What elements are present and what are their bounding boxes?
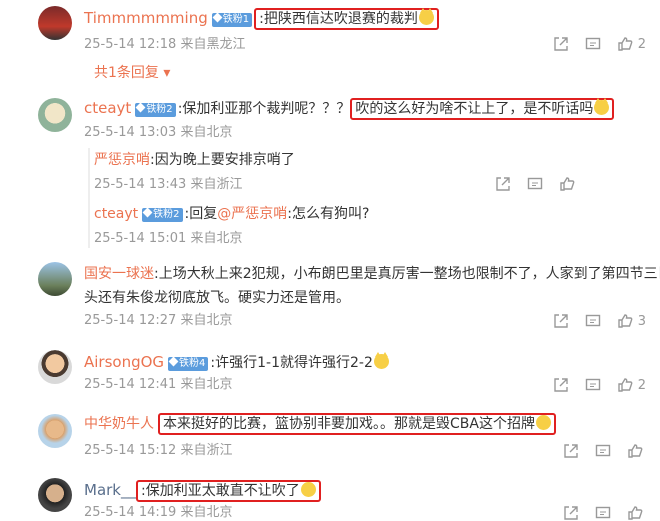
- emoji-icon: [594, 98, 610, 115]
- emoji-icon: [418, 8, 434, 25]
- username[interactable]: AirsongOG: [84, 353, 164, 371]
- avatar[interactable]: [38, 478, 72, 512]
- comment-icon[interactable]: [582, 311, 604, 331]
- comment-text: 国安一球迷:上场大秋上来2犯规，小布朗巴里是真厉害一整场也限制不了，人家到了第四…: [84, 266, 660, 282]
- avatar[interactable]: [38, 262, 72, 296]
- avatar[interactable]: [38, 6, 72, 40]
- username[interactable]: 中华奶牛人: [84, 416, 154, 432]
- comment-meta: 25-5-14 14:19 来自北京: [84, 505, 233, 520]
- like-icon[interactable]: [614, 311, 636, 331]
- username[interactable]: 严惩京哨: [94, 152, 150, 168]
- username[interactable]: Mark__: [84, 481, 136, 499]
- share-icon[interactable]: [550, 34, 572, 54]
- username[interactable]: Timmmmmming: [84, 9, 208, 27]
- reply-text: 严惩京哨:因为晚上要安排京哨了: [94, 152, 295, 168]
- comment-meta: 25-5-14 13:03 来自北京: [84, 125, 233, 140]
- comment-text: 中华奶牛人 本来挺好的比赛，篮协别非要加戏。。那就是毁CBA这个招牌: [84, 413, 556, 435]
- comment-text: AirsongOG 铁粉4:许强行1-1就得许强行2-2: [84, 352, 389, 373]
- avatar[interactable]: [38, 98, 72, 132]
- comment-icon[interactable]: [592, 503, 614, 521]
- comment-text-cont: 头还有朱俊龙彻底放飞。硬实力还是管用。: [84, 290, 350, 306]
- comment-meta: 25-5-14 15:12 来自浙江: [84, 443, 233, 458]
- comment-meta: 25-5-14 12:27 来自北京: [84, 313, 233, 328]
- mention-link[interactable]: @严惩京哨: [217, 206, 287, 222]
- comment-actions: [560, 441, 646, 461]
- like-count: 2: [637, 36, 646, 52]
- comment-text: cteayt 铁粉2:保加利亚那个裁判呢？？？ 吹的这么好为啥不让上了，是不听话吗: [84, 98, 615, 120]
- reply-actions: [492, 174, 578, 194]
- comment-meta: 25-5-14 12:41 来自北京: [84, 377, 233, 392]
- emoji-icon: [535, 415, 551, 430]
- fan-badge: 铁粉1: [211, 12, 253, 27]
- fan-badge: 铁粉2: [135, 102, 176, 117]
- username[interactable]: cteayt: [84, 99, 131, 117]
- reply-thread: 严惩京哨:因为晚上要安排京哨了 25-5-14 13:43 来自浙江 cteay…: [88, 148, 648, 248]
- share-icon[interactable]: [492, 174, 514, 194]
- fan-badge: 铁粉2: [142, 207, 183, 222]
- share-icon[interactable]: [550, 311, 572, 331]
- comment-text: Mark__:保加利亚太敢直不让吹了: [84, 480, 321, 502]
- reply-meta: 25-5-14 13:43 来自浙江: [94, 177, 243, 192]
- fan-badge: 铁粉4: [168, 356, 209, 371]
- share-icon[interactable]: [560, 503, 582, 521]
- avatar[interactable]: [38, 350, 72, 384]
- highlight-box: :把陕西信达吹退赛的裁判: [254, 8, 439, 30]
- comment-actions: 2: [550, 375, 646, 395]
- like-icon[interactable]: [556, 174, 578, 194]
- view-replies-link[interactable]: 共1条回复 ▾: [94, 62, 170, 82]
- comment-icon[interactable]: [582, 34, 604, 54]
- comment-actions: [560, 503, 646, 521]
- reply-meta: 25-5-14 15:01 来自北京: [94, 231, 243, 246]
- emoji-icon: [373, 352, 389, 369]
- comment-text: Timmmmmming 铁粉1:把陕西信达吹退赛的裁判: [84, 8, 439, 30]
- comment-icon[interactable]: [582, 375, 604, 395]
- like-icon[interactable]: [624, 441, 646, 461]
- emoji-icon: [300, 482, 316, 497]
- username[interactable]: cteayt: [94, 206, 138, 222]
- avatar[interactable]: [38, 414, 72, 448]
- comment-meta: 25-5-14 12:18 来自黑龙江: [84, 37, 246, 52]
- like-count: 2: [637, 377, 646, 393]
- comment-actions: 3: [550, 311, 646, 331]
- like-icon[interactable]: [624, 503, 646, 521]
- share-icon[interactable]: [560, 441, 582, 461]
- like-icon[interactable]: [614, 34, 636, 54]
- reply-text: cteayt 铁粉2:回复@严惩京哨:怎么有狗叫?: [94, 206, 370, 222]
- highlight-box: :保加利亚太敢直不让吹了: [136, 480, 321, 502]
- username[interactable]: 国安一球迷: [84, 266, 154, 282]
- comment-icon[interactable]: [592, 441, 614, 461]
- comment-icon[interactable]: [524, 174, 546, 194]
- highlight-box: 本来挺好的比赛，篮协别非要加戏。。那就是毁CBA这个招牌: [158, 413, 556, 435]
- highlight-box: 吹的这么好为啥不让上了，是不听话吗: [350, 98, 615, 120]
- share-icon[interactable]: [550, 375, 572, 395]
- like-count: 3: [637, 313, 646, 329]
- like-icon[interactable]: [614, 375, 636, 395]
- comment-actions: 2: [550, 34, 646, 54]
